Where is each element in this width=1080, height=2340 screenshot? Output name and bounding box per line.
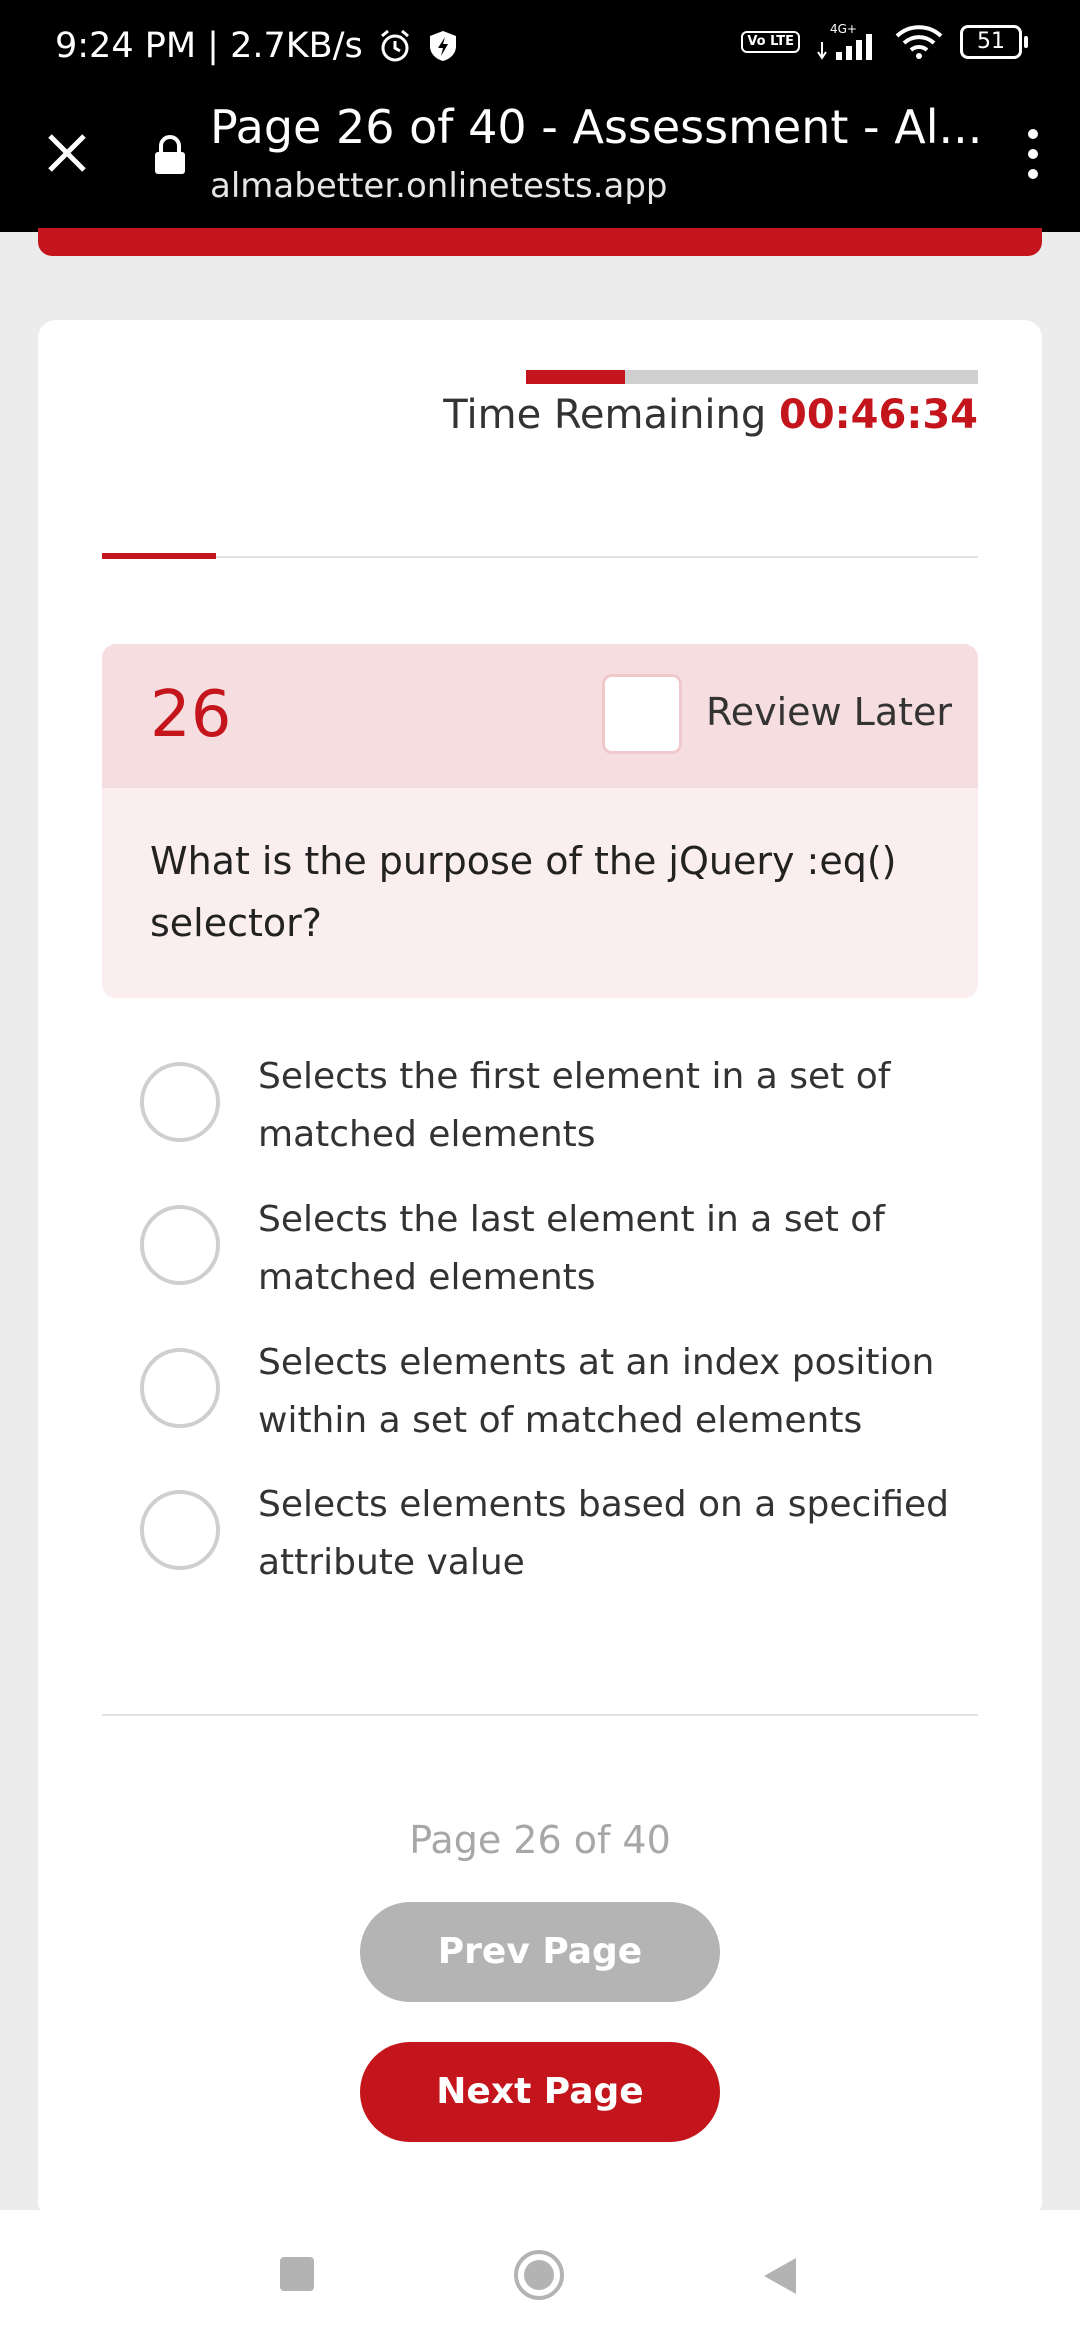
prev-page-button[interactable]: Prev Page	[360, 1902, 720, 2002]
question-header: 26 Review Later	[102, 644, 978, 788]
status-time: 9:24 PM | 2.7KB/s	[55, 26, 363, 66]
status-right: Vo LTE 4G+ 51	[741, 22, 1028, 62]
recents-icon[interactable]	[280, 2257, 314, 2291]
answer-option-4[interactable]: Selects elements based on a specified at…	[140, 1476, 980, 1606]
answer-option-2[interactable]: Selects the last element in a set of mat…	[140, 1191, 980, 1321]
question-box: 26 Review Later What is the purpose of t…	[102, 644, 978, 998]
review-later-label[interactable]: Review Later	[706, 690, 952, 734]
question-progress-track	[102, 556, 978, 558]
alarm-icon	[380, 29, 409, 62]
battery-indicator: 51	[960, 25, 1028, 59]
browser-url[interactable]: almabetter.onlinetests.app	[210, 166, 668, 206]
answer-option-text[interactable]: Selects the last element in a set of mat…	[258, 1191, 958, 1307]
close-icon[interactable]	[40, 126, 94, 180]
home-icon[interactable]	[512, 2248, 566, 2302]
divider	[102, 1714, 978, 1716]
more-options-icon[interactable]	[1022, 124, 1044, 184]
time-remaining-label: Time Remaining	[443, 392, 767, 438]
timer-progress-fill	[526, 370, 626, 384]
radio-button[interactable]	[140, 1490, 220, 1570]
review-later-checkbox[interactable]	[602, 674, 682, 754]
header-strip	[38, 228, 1042, 256]
time-remaining: Time Remaining 00:46:34	[443, 392, 978, 438]
radio-button[interactable]	[140, 1205, 220, 1285]
lock-icon	[155, 135, 185, 174]
status-bar: 9:24 PM | 2.7KB/s Vo LTE 4G+ 51	[0, 0, 1080, 96]
network-type: 4G+	[830, 22, 857, 36]
answer-option-text[interactable]: Selects elements based on a specified at…	[258, 1476, 958, 1592]
system-nav-bar	[0, 2210, 1080, 2340]
volte-badge: Vo LTE	[741, 31, 800, 53]
time-remaining-value: 00:46:34	[779, 392, 978, 438]
status-left: 9:24 PM | 2.7KB/s	[55, 26, 459, 66]
shield-bolt-icon	[429, 31, 456, 61]
question-progress-fill	[102, 553, 216, 559]
timer-progress-bar	[526, 370, 978, 384]
next-page-button[interactable]: Next Page	[360, 2042, 720, 2142]
wifi-icon	[895, 25, 943, 59]
answer-option-1[interactable]: Selects the first element in a set of ma…	[140, 1048, 980, 1178]
browser-toolbar: Page 26 of 40 - Assessment - Al... almab…	[0, 96, 1080, 232]
page-indicator: Page 26 of 40	[409, 1818, 671, 1862]
answer-option-3[interactable]: Selects elements at an index position wi…	[140, 1334, 980, 1464]
answer-option-text[interactable]: Selects the first element in a set of ma…	[258, 1048, 958, 1164]
browser-page-title: Page 26 of 40 - Assessment - Al...	[210, 100, 983, 154]
answer-option-text[interactable]: Selects elements at an index position wi…	[258, 1334, 958, 1450]
signal-icon: 4G+	[817, 22, 872, 60]
question-number: 26	[150, 678, 232, 752]
question-text: What is the purpose of the jQuery :eq() …	[150, 839, 897, 945]
radio-button[interactable]	[140, 1348, 220, 1428]
back-icon[interactable]	[760, 2254, 800, 2298]
radio-button[interactable]	[140, 1062, 220, 1142]
